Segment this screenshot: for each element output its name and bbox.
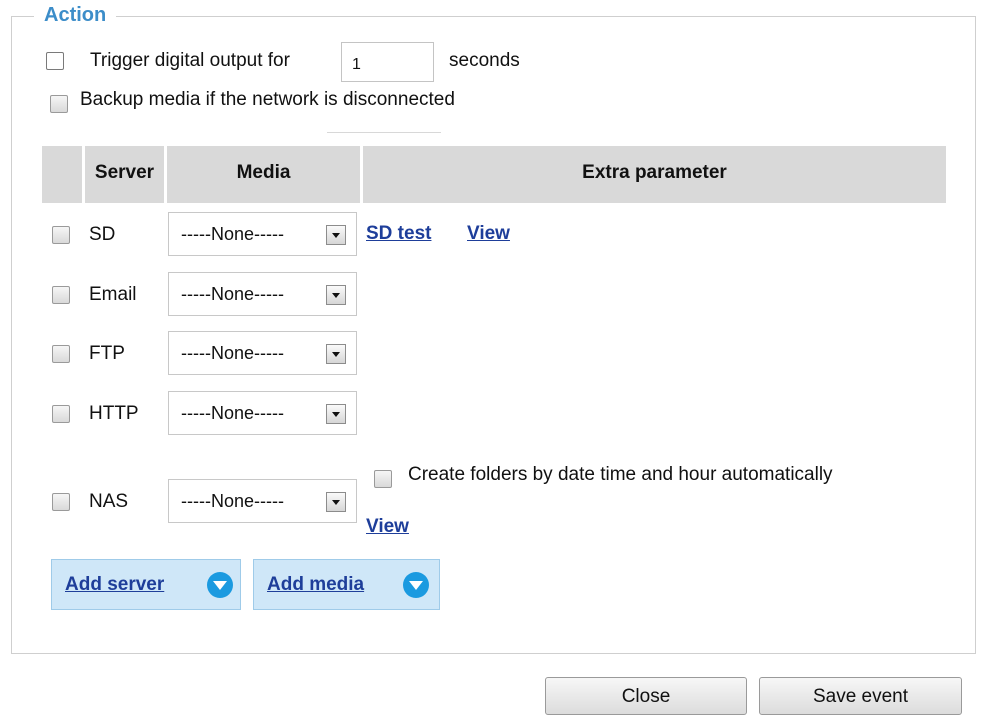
close-button[interactable]: Close [545,677,747,715]
media-select-email[interactable]: -----None----- [168,272,357,316]
chevron-down-icon[interactable] [326,492,346,512]
media-select-value: -----None----- [181,491,284,511]
chevron-down-circle-icon[interactable] [207,572,233,598]
media-select-sd[interactable]: -----None----- [168,212,357,256]
header-extra-cell: Extra parameter [363,146,946,203]
server-label-http: HTTP [89,403,139,424]
action-legend: Action [34,4,117,27]
header-select-cell [42,146,82,203]
nas-view-link[interactable]: View [366,516,409,538]
server-label-email: Email [89,284,137,305]
header-server: Server [94,162,155,183]
media-select-nas[interactable]: -----None----- [168,479,357,523]
chevron-down-icon[interactable] [326,225,346,245]
sd-view-link[interactable]: View [467,223,510,245]
add-server-link[interactable]: Add server [65,574,164,596]
trigger-seconds-input[interactable] [341,42,434,82]
server-checkbox-sd[interactable] [52,226,70,244]
backup-media-label: Backup media if the network is disconnec… [80,89,455,110]
media-select-value: -----None----- [181,403,284,423]
media-select-value: -----None----- [181,284,284,304]
add-media-button[interactable]: Add media [253,559,440,610]
server-checkbox-nas[interactable] [52,493,70,511]
server-label-nas: NAS [89,491,129,512]
server-label-ftp: FTP [89,343,125,364]
add-media-link[interactable]: Add media [267,574,364,596]
header-media-cell: Media [167,146,360,203]
chevron-down-icon[interactable] [326,344,346,364]
save-event-button[interactable]: Save event [759,677,962,715]
header-extra-parameter: Extra parameter [582,162,727,183]
create-folders-checkbox[interactable] [374,470,392,488]
header-server-cell: Server [85,146,164,203]
server-checkbox-email[interactable] [52,286,70,304]
server-checkbox-ftp[interactable] [52,345,70,363]
trigger-seconds-unit: seconds [449,50,520,71]
chevron-down-icon[interactable] [326,404,346,424]
add-server-button[interactable]: Add server [51,559,241,610]
media-select-ftp[interactable]: -----None----- [168,331,357,375]
backup-media-checkbox[interactable] [50,95,68,113]
chevron-down-circle-icon[interactable] [403,572,429,598]
media-select-value: -----None----- [181,343,284,363]
server-checkbox-http[interactable] [52,405,70,423]
server-label-sd: SD [89,224,116,245]
sd-test-link[interactable]: SD test [366,223,431,245]
media-select-http[interactable]: -----None----- [168,391,357,435]
header-media: Media [236,162,291,183]
media-select-value: -----None----- [181,224,284,244]
trigger-output-label: Trigger digital output for [90,50,290,71]
separator [327,132,441,133]
trigger-output-checkbox[interactable] [46,52,64,70]
chevron-down-icon[interactable] [326,285,346,305]
create-folders-label: Create folders by date time and hour aut… [408,464,833,485]
